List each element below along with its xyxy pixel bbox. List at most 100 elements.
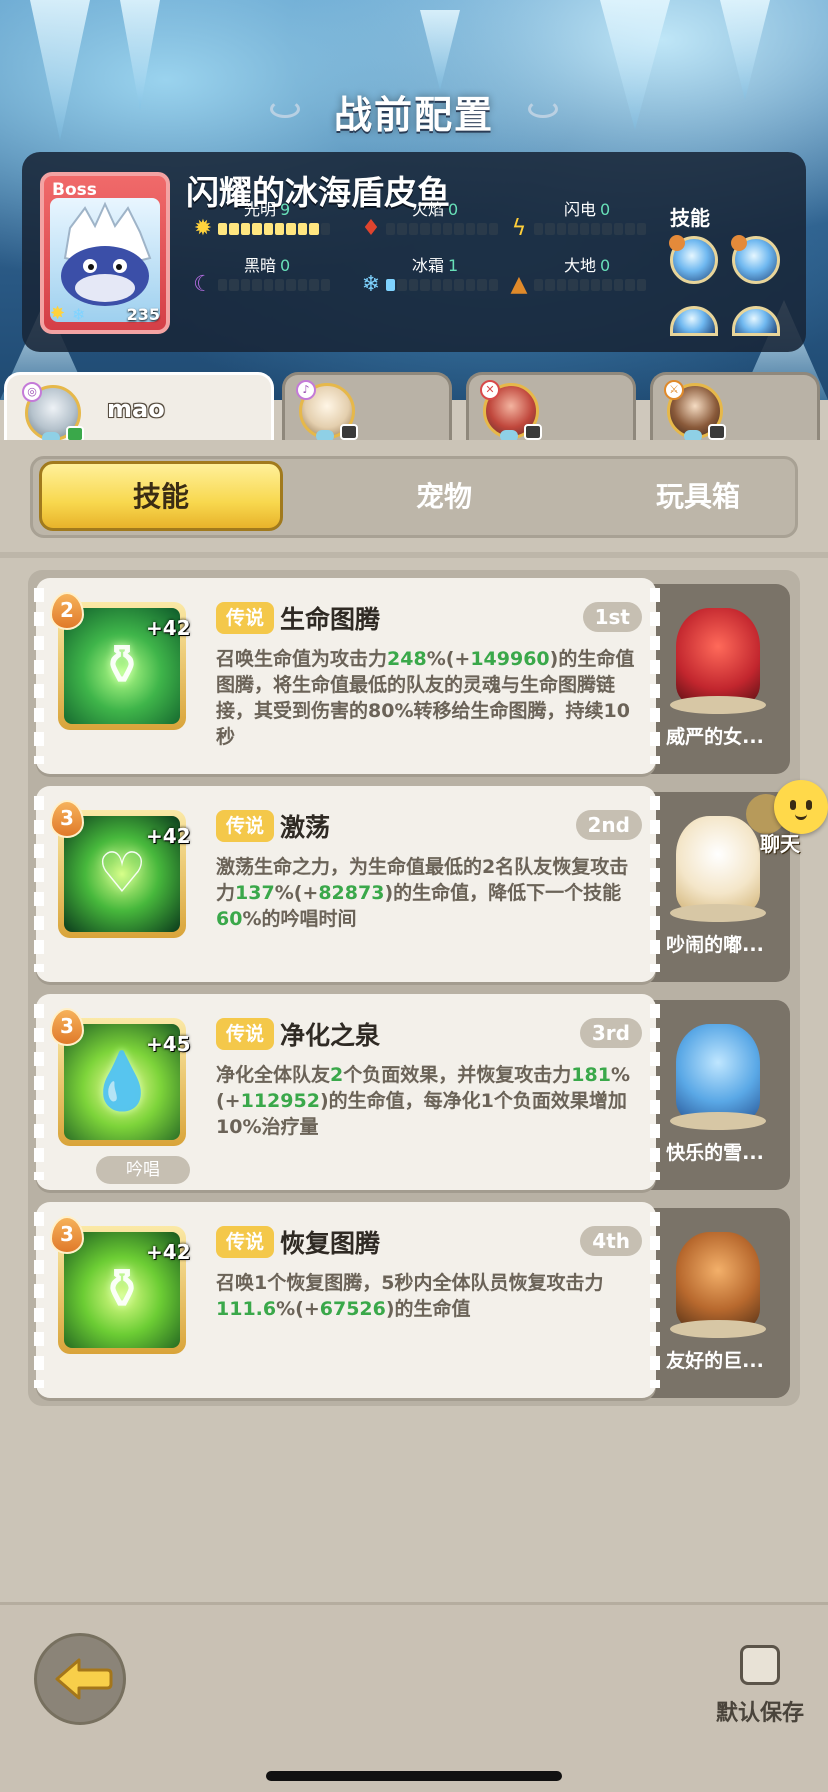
element-bar-segment: [625, 279, 635, 291]
skill-rank: 4th: [580, 1226, 642, 1256]
category-tabs: 技能 宠物 玩具箱: [30, 456, 798, 538]
boss-skill-ice-crystal-icon[interactable]: [669, 235, 718, 284]
element-bar-segment: [309, 279, 319, 291]
element-bar-segment: [386, 279, 396, 291]
skill-description: 净化全体队友2个负面效果，并恢复攻击力181%(+112952)的生命值，每净化…: [216, 1062, 646, 1140]
element-bar-segment: [636, 279, 647, 291]
skill-row[interactable]: 快乐的雪... 💧 3 +45 吟唱 传说 净化之泉 3rd 净化全体队友2个负…: [34, 994, 796, 1190]
element-bar-segment: [309, 223, 319, 235]
chant-tag: 吟唱: [96, 1156, 190, 1184]
element-bar-segment: [397, 223, 407, 235]
class-badge-icon: ◎: [22, 382, 42, 402]
element-label: 火焰: [412, 200, 445, 219]
pet-stand: [670, 904, 766, 922]
pet-card[interactable]: 快乐的雪...: [640, 1000, 790, 1190]
element-bar-segment: [591, 223, 601, 235]
pet-name: 威严的女...: [666, 726, 764, 748]
element-bar-segment: [229, 223, 239, 235]
desc-text: %(+: [426, 648, 471, 670]
skill-bonus: +42: [146, 824, 191, 848]
element-bar-segment: [488, 223, 499, 235]
skill-description: 召唤1个恢复图腾，5秒内全体队员恢复攻击力 111.6%(+67526)的生命值: [216, 1270, 646, 1322]
avatar: ✕: [480, 380, 542, 442]
desc-text: %(+: [274, 882, 319, 904]
element-bar-segment: [263, 223, 274, 235]
fire-icon: ♦: [361, 216, 381, 241]
avatar: ♪: [296, 380, 358, 442]
divider: [0, 552, 828, 558]
element-bar-segment: [625, 223, 635, 235]
desc-text: %(+: [276, 1298, 320, 1320]
pet-stand: [670, 1320, 766, 1338]
element-bar: [218, 279, 331, 291]
boss-level: 235: [126, 305, 160, 324]
default-save-label[interactable]: 默认保存: [716, 1695, 804, 1727]
chat-emoji-icon[interactable]: [774, 780, 828, 834]
back-button[interactable]: [34, 1633, 126, 1725]
tab-pets[interactable]: 宠物: [319, 459, 569, 535]
desc-text: %的吟唱时间: [242, 908, 357, 930]
boss-info-panel: Boss ✸ ❄ 235 闪耀的冰海盾皮鱼 光明 9 ✹ 火焰 0 ♦ 闪电 0 ϟ …: [22, 152, 806, 352]
skill-card[interactable]: ⚱ 2 +42 传说 生命图腾 1st 召唤生命值为攻击力248%(+14996…: [34, 578, 660, 774]
element-bar-segment: [579, 223, 590, 235]
element-bar-segment: [297, 279, 308, 291]
tab-toybox[interactable]: 玩具箱: [573, 459, 823, 535]
element-bar: [386, 279, 499, 291]
sun-icon: ✹: [193, 216, 213, 241]
element-dark: 黑暗 0 ☾: [190, 252, 331, 302]
skill-card[interactable]: ⚱ 3 +42 传说 恢复图腾 4th 召唤1个恢复图腾，5秒内全体队员恢复攻击…: [34, 1202, 660, 1398]
pet-card[interactable]: 友好的巨...: [640, 1208, 790, 1398]
skill-rank: 1st: [582, 602, 642, 632]
element-value: 0: [600, 200, 611, 219]
element-bar-segment: [431, 279, 442, 291]
skill-card[interactable]: ♡ 3 +42 传说 激荡 2nd 激荡生命之力，为生命值最低的2名队友恢复攻击…: [34, 786, 660, 982]
skill-level-badge: 3: [50, 1216, 84, 1254]
avatar: ⚔: [664, 380, 726, 442]
element-bar-segment: [240, 279, 251, 291]
desc-text: )的生命值，降低下一个技能: [384, 882, 622, 904]
rarity-tag: 传说: [216, 602, 275, 634]
element-bar-segment: [286, 223, 296, 235]
main-panel: 技能 宠物 玩具箱 威严的女... ⚱ 2 +42 传说 生命图腾 1st 召唤…: [0, 440, 828, 1792]
desc-highlight: 82873: [318, 882, 385, 904]
default-save-checkbox[interactable]: [740, 1645, 780, 1685]
element-value: 1: [448, 256, 459, 275]
element-bar-segment: [443, 279, 453, 291]
element-bar-segment: [431, 223, 442, 235]
skill-row[interactable]: 吵闹的嘟... ♡ 3 +42 传说 激荡 2nd 激荡生命之力，为生命值最低的…: [34, 786, 796, 982]
skill-list: 威严的女... ⚱ 2 +42 传说 生命图腾 1st 召唤生命值为攻击力248…: [28, 570, 800, 1406]
skill-card[interactable]: 💧 3 +45 吟唱 传说 净化之泉 3rd 净化全体队友2个负面效果，并恢复攻…: [34, 994, 660, 1190]
boss-skills-label: 技能: [670, 206, 710, 230]
element-light: 光明 9 ✹: [190, 196, 331, 246]
player-tab-4[interactable]: ⚔: [650, 372, 820, 444]
boss-skill-4-icon[interactable]: [732, 306, 780, 336]
page-title: 战前配置: [333, 93, 494, 137]
pet-image: [676, 608, 760, 704]
boss-skill-3-icon[interactable]: [670, 306, 718, 336]
pet-stand: [670, 696, 766, 714]
rarity-tag: 传说: [216, 1226, 275, 1258]
pet-image: [676, 1024, 760, 1120]
skill-name: 恢复图腾: [280, 1229, 381, 1258]
player-tab-mao[interactable]: ◎ mao: [4, 372, 274, 448]
boss-portrait[interactable]: Boss ✸ ❄ 235: [40, 172, 170, 334]
element-bar-segment: [613, 223, 624, 235]
element-bar-segment: [320, 279, 331, 291]
pet-card[interactable]: 威严的女...: [640, 584, 790, 774]
desc-highlight: 112952: [240, 1090, 320, 1112]
element-label: 闪电: [564, 200, 597, 219]
player-tab-3[interactable]: ✕: [466, 372, 636, 444]
element-label: 大地: [564, 256, 597, 275]
skill-bonus: +42: [146, 616, 191, 640]
skill-row[interactable]: 友好的巨... ⚱ 3 +42 传说 恢复图腾 4th 召唤1个恢复图腾，5秒内…: [34, 1202, 796, 1398]
boss-skill-wave-icon[interactable]: [731, 235, 780, 284]
skill-rank: 2nd: [575, 810, 642, 840]
skill-row[interactable]: 威严的女... ⚱ 2 +42 传说 生命图腾 1st 召唤生命值为攻击力248…: [34, 578, 796, 774]
element-bar-segment: [454, 223, 464, 235]
element-value: 9: [280, 200, 291, 219]
player-tab-2[interactable]: ♪: [282, 372, 452, 444]
boss-tag: Boss: [52, 180, 97, 200]
tab-skills[interactable]: 技能: [39, 461, 283, 531]
chat-label[interactable]: 聊天: [760, 828, 800, 857]
element-bar-segment: [252, 223, 262, 235]
